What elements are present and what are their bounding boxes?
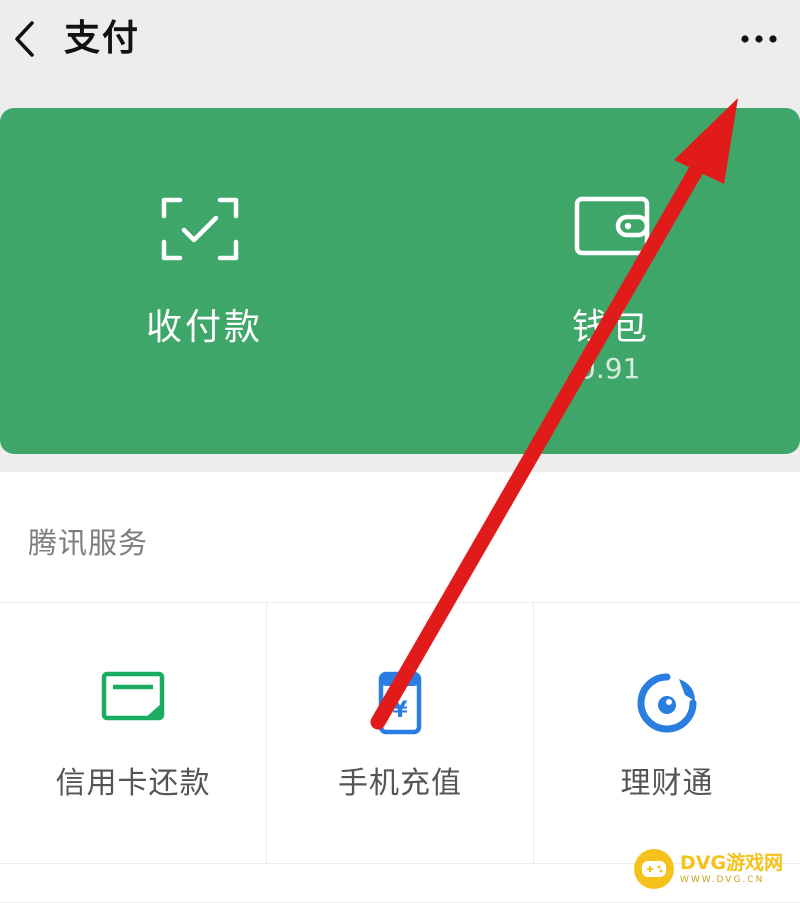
payment-card: 收付款 钱包 0.91 (0, 108, 800, 454)
more-dots-icon (741, 35, 777, 43)
wealth-button[interactable]: 理财通 (533, 603, 800, 863)
wealth-label: 理财通 (620, 766, 714, 801)
credit-card-icon (101, 671, 165, 721)
svg-text:¥: ¥ (392, 698, 408, 723)
wallet-button[interactable]: 钱包 0.91 (400, 108, 800, 454)
phone-recharge-icon: ¥ (378, 671, 422, 735)
receive-pay-button[interactable]: 收付款 (0, 108, 400, 454)
wallet-label: 钱包 (572, 307, 651, 348)
wallet-icon (574, 196, 650, 256)
receive-pay-label: 收付款 (146, 307, 264, 348)
wealth-icon (637, 673, 697, 733)
section-label: 腾讯服务 (28, 526, 149, 560)
scan-check-icon (161, 197, 239, 261)
credit-card-repay-label: 信用卡还款 (55, 766, 211, 801)
watermark-url: WWW.DVG.CN (680, 874, 765, 885)
tencent-services-section: 腾讯服务 信用卡还款 ¥ 手机充值 理财通 (0, 472, 800, 902)
gamepad-icon (634, 849, 674, 889)
page-title: 支付 (64, 18, 141, 59)
watermark: DVG游戏网 WWW.DVG.CN (634, 846, 794, 892)
phone-recharge-label: 手机充值 (338, 766, 462, 801)
phone-recharge-button[interactable]: ¥ 手机充值 (266, 603, 533, 863)
top-bar: 支付 (0, 0, 800, 86)
chevron-left-icon (15, 21, 34, 57)
more-button[interactable] (736, 18, 782, 60)
credit-card-repay-button[interactable]: 信用卡还款 (0, 603, 266, 863)
wallet-balance: 0.91 (578, 352, 641, 385)
back-button[interactable] (4, 14, 44, 64)
watermark-title: DVG游戏网 (680, 851, 784, 874)
